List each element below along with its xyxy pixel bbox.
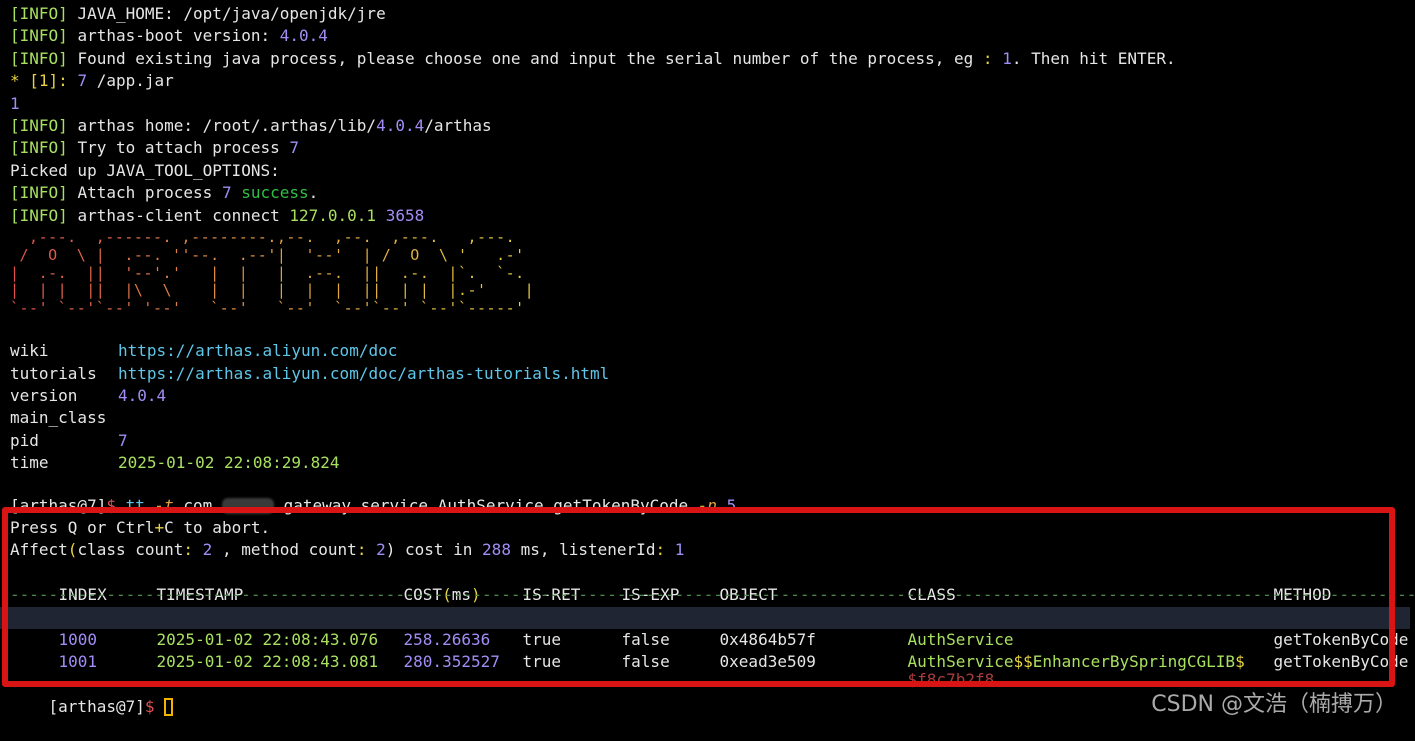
- log-line-attach-try: [INFO] Try to attach process 7: [10, 138, 299, 158]
- info-tag: [INFO]: [10, 183, 68, 203]
- log-line-picked-up: Picked up JAVA_TOOL_OPTIONS:: [10, 160, 280, 180]
- info-wiki: wiki https://arthas.aliyun.com/doc: [10, 341, 398, 361]
- info-tag: [INFO]: [10, 48, 68, 68]
- user-input-line: 1: [10, 93, 20, 113]
- text-cursor[interactable]: [164, 698, 174, 717]
- log-line-arthas-home: [INFO] arthas home: /root/.arthas/lib/4.…: [10, 115, 492, 135]
- banner-line-3: | .-. || '--'.' | | | .--. || .-. |`. `-…: [10, 264, 1410, 283]
- banner-line-1: ,---. ,------. ,--------.,--. ,--. ,---.…: [10, 228, 1410, 247]
- highlight-box: [2, 507, 1395, 687]
- tutorials-link[interactable]: https://arthas.aliyun.com/doc/arthas-tut…: [118, 364, 609, 383]
- info-time: time 2025-01-02 22:08:29.824: [10, 453, 340, 473]
- info-tutorials: tutorials https://arthas.aliyun.com/doc/a…: [10, 363, 610, 383]
- banner-line-4: | | | || |\ \ | | | | | || | | |.-' |: [10, 281, 1410, 300]
- info-main-class: main_class: [10, 408, 107, 428]
- banner-line-5: `--' `--'`--' '--' `--' `--' `--'`--' `-…: [10, 299, 1410, 318]
- log-line-boot-version: [INFO] arthas-boot version: 4.0.4: [10, 26, 328, 46]
- log-line-java-home: [INFO] JAVA_HOME: /opt/java/openjdk/jre: [10, 4, 386, 23]
- info-tag: [INFO]: [10, 115, 68, 135]
- log-line-attach-success: [INFO] Attach process 7 success.: [10, 183, 319, 203]
- info-tag: [INFO]: [10, 26, 68, 46]
- info-version: version 4.0.4: [10, 386, 167, 406]
- log-line-found-process: [INFO] Found existing java process, plea…: [10, 48, 1176, 68]
- info-pid: pid 7: [10, 430, 128, 450]
- banner-line-2: / O \ | .--. ''--. .--'| '--' | / O \ ' …: [10, 246, 1410, 265]
- arthas-ascii-banner: ,---. ,------. ,--------.,--. ,--. ,---.…: [10, 228, 1410, 318]
- log-line-client-connect: [INFO] arthas-client connect 127.0.0.1 3…: [10, 205, 425, 225]
- process-option: * [1]: 7 /app.jar: [10, 71, 174, 91]
- info-tag: [INFO]: [10, 138, 68, 158]
- shell-prompt: [arthas@7]: [48, 696, 145, 716]
- wiki-link[interactable]: https://arthas.aliyun.com/doc: [118, 341, 397, 360]
- info-tag: [INFO]: [10, 205, 68, 225]
- watermark: CSDN @文浩（楠搏万）: [1151, 692, 1397, 717]
- info-tag: [INFO]: [10, 4, 68, 23]
